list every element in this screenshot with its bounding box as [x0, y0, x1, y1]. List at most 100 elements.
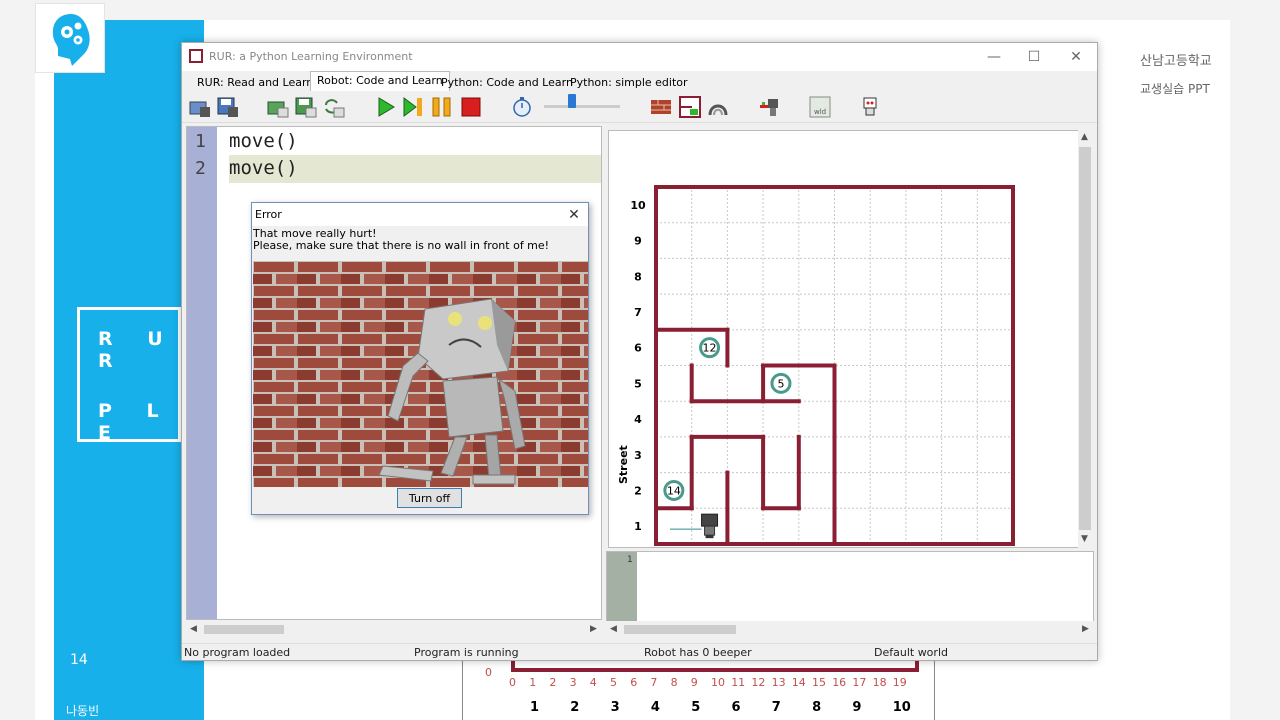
background-world-strip: 0 0 1 2 3 4 5 6 7 8 9 10 11 12 13 14 15 16 17 18 19 12345678…: [462, 660, 935, 720]
world-file-icon[interactable]: wld: [808, 95, 832, 119]
reload-icon[interactable]: [322, 95, 346, 119]
speed-slider[interactable]: [544, 105, 620, 108]
beepers-icon[interactable]: [706, 95, 730, 119]
street-tick-label: 7: [634, 306, 642, 319]
street-tick-label: 4: [634, 413, 642, 426]
background-red-number: 7: [650, 676, 658, 689]
scroll-left-icon[interactable]: ◀: [610, 624, 617, 634]
world-size-icon[interactable]: [678, 95, 702, 119]
robot-world[interactable]: 1234567891012345678910AvenueStreet12514: [608, 130, 1092, 587]
output-line-number: 1: [627, 555, 633, 565]
minimize-button[interactable]: —: [982, 47, 1006, 67]
background-red-number: 19: [892, 676, 907, 689]
line-number: 2: [195, 158, 206, 179]
dialog-close-icon[interactable]: ✕: [564, 205, 584, 225]
beeper-count: 5: [777, 377, 784, 390]
output-console[interactable]: 1: [606, 551, 1094, 623]
stop-icon[interactable]: [459, 95, 483, 119]
editor-gutter: [187, 127, 217, 619]
background-red-number: 9: [690, 676, 698, 689]
tab-python-simple-editor[interactable]: Python: simple editor: [563, 73, 695, 91]
world-grid: 1234567891012345678910AvenueStreet12514: [617, 185, 1015, 587]
save-program-icon[interactable]: [294, 95, 318, 119]
speed-slider-thumb[interactable]: [568, 94, 576, 108]
world-scroll-thumb[interactable]: [1079, 147, 1091, 530]
close-button[interactable]: ✕: [1064, 47, 1088, 67]
open-program-icon[interactable]: [266, 95, 290, 119]
school-name: 산남고등학교: [1140, 54, 1212, 69]
brain-gear-logo: [35, 3, 105, 73]
background-red-number: 3: [569, 676, 577, 689]
robot-icon[interactable]: [858, 95, 882, 119]
line-number: 1: [195, 131, 206, 152]
background-wall: [511, 660, 919, 672]
robot-body: [704, 525, 716, 536]
street-tick-label: 6: [634, 342, 642, 355]
rurple-logo-line-1: R U R: [98, 328, 177, 372]
background-red-number: 10: [711, 676, 725, 689]
background-red-number: 13: [771, 676, 786, 689]
pause-icon[interactable]: [430, 95, 454, 119]
background-red-number: 5: [610, 676, 617, 689]
background-avenue-number: 1: [530, 700, 540, 715]
toolbar: wld: [182, 91, 1097, 123]
background-red-number: 14: [791, 676, 806, 689]
status-world: Default world: [874, 646, 948, 659]
open-world-icon[interactable]: [188, 95, 212, 119]
save-world-icon[interactable]: [216, 95, 240, 119]
beeper-count: 14: [667, 484, 681, 497]
editor-horizontal-scrollbar[interactable]: ◀ ▶: [186, 621, 602, 637]
background-red-number: 15: [812, 676, 826, 689]
timer-icon[interactable]: [510, 95, 534, 119]
tab-python-code-and-learn[interactable]: Python: Code and Learn: [434, 73, 580, 91]
run-icon[interactable]: [374, 95, 398, 119]
scroll-right-icon[interactable]: ▶: [590, 624, 597, 634]
street-tick-label: 8: [634, 270, 642, 283]
background-red-number: 16: [832, 676, 847, 689]
output-horizontal-scrollbar[interactable]: ◀ ▶: [606, 621, 1094, 637]
background-avenue-number: 4: [650, 700, 660, 715]
status-bar: No program loaded Program is running Rob…: [182, 643, 1097, 660]
y-axis-label: Street: [617, 445, 630, 484]
scroll-down-icon[interactable]: ▼: [1081, 534, 1088, 544]
tab-robot-code-and-learn[interactable]: Robot: Code and Learn: [310, 71, 450, 91]
background-avenue-number: 9: [852, 700, 862, 715]
window-title: RUR: a Python Learning Environment: [209, 50, 413, 63]
svg-text:wld: wld: [814, 108, 826, 116]
rurple-logo-line-2: P L E: [98, 400, 173, 444]
hurt-robot-image: [253, 261, 588, 487]
background-red-number: 1: [529, 676, 537, 689]
app-icon: [189, 49, 203, 63]
background-avenue-number: 5: [691, 700, 701, 715]
background-red-number: 6: [630, 676, 638, 689]
scroll-up-icon[interactable]: ▲: [1081, 132, 1088, 142]
background-avenue-number: 8: [812, 700, 822, 715]
background-avenue-number: 6: [731, 700, 741, 715]
street-tick-label: 9: [634, 235, 642, 248]
street-tick-label: 2: [634, 484, 642, 497]
add-robot-icon[interactable]: [758, 95, 782, 119]
street-tick-label: 5: [634, 377, 642, 390]
window-titlebar[interactable]: RUR: a Python Learning Environment — ☐ ✕: [182, 43, 1097, 71]
turn-off-button[interactable]: Turn off: [397, 488, 462, 508]
tab-read-and-learn[interactable]: RUR: Read and Learn: [190, 73, 320, 91]
background-red-number: 17: [852, 676, 867, 689]
maximize-button[interactable]: ☐: [1022, 47, 1046, 67]
background-red-number: 0: [485, 666, 492, 679]
street-tick-label: 1: [634, 520, 642, 533]
dialog-titlebar[interactable]: Error ✕: [252, 203, 588, 226]
scroll-thumb[interactable]: [624, 625, 736, 634]
scroll-left-icon[interactable]: ◀: [190, 624, 197, 634]
rurple-logo-box: R U R P L E: [77, 307, 181, 444]
street-tick-label: 3: [634, 449, 642, 462]
scroll-thumb[interactable]: [204, 625, 284, 634]
edit-walls-icon[interactable]: [649, 95, 673, 119]
background-red-number: 2: [549, 676, 557, 689]
error-dialog: Error ✕ That move really hurt! Please, m…: [251, 202, 589, 515]
status-beepers: Robot has 0 beeper: [644, 646, 752, 659]
beeper-count: 12: [703, 342, 717, 355]
scroll-right-icon[interactable]: ▶: [1082, 624, 1089, 634]
step-icon[interactable]: [401, 95, 425, 119]
code-line[interactable]: move(): [229, 130, 298, 152]
code-line[interactable]: move(): [229, 157, 298, 179]
